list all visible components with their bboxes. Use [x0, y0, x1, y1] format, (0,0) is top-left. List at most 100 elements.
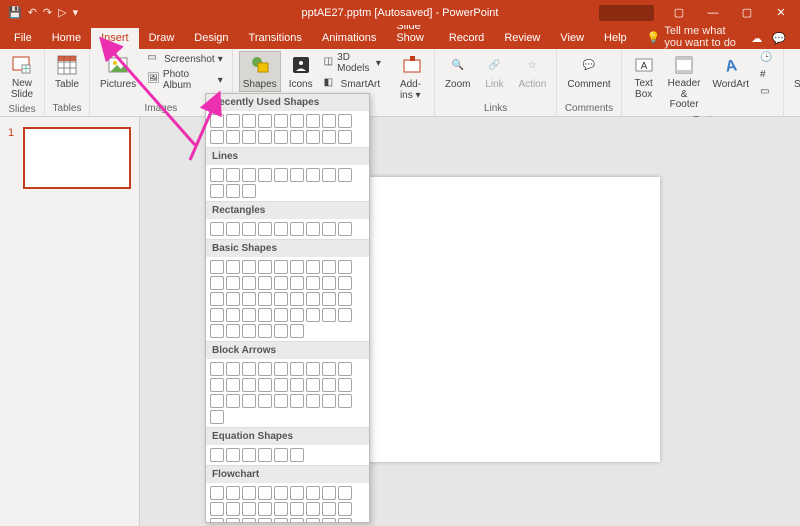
shape-option[interactable] — [242, 518, 256, 523]
3d-models-button[interactable]: ◫3D Models ▾ — [321, 51, 384, 75]
shape-option[interactable] — [226, 168, 240, 182]
shape-option[interactable] — [226, 260, 240, 274]
shape-option[interactable] — [306, 222, 320, 236]
shape-option[interactable] — [274, 292, 288, 306]
photo-album-button[interactable]: 🖼Photo Album ▾ — [144, 68, 226, 92]
shape-option[interactable] — [242, 394, 256, 408]
shape-option[interactable] — [210, 292, 224, 306]
icons-button[interactable]: Icons — [285, 51, 317, 92]
shape-option[interactable] — [338, 518, 352, 523]
shape-option[interactable] — [242, 114, 256, 128]
shape-option[interactable] — [306, 486, 320, 500]
shape-option[interactable] — [290, 362, 304, 376]
shape-option[interactable] — [258, 308, 272, 322]
shape-option[interactable] — [210, 486, 224, 500]
shape-option[interactable] — [258, 486, 272, 500]
shape-option[interactable] — [258, 222, 272, 236]
shape-option[interactable] — [274, 362, 288, 376]
shape-option[interactable] — [306, 308, 320, 322]
shape-option[interactable] — [322, 518, 336, 523]
shape-option[interactable] — [210, 130, 224, 144]
shape-option[interactable] — [210, 394, 224, 408]
pictures-button[interactable]: Pictures — [96, 51, 140, 92]
shape-option[interactable] — [322, 308, 336, 322]
shape-option[interactable] — [322, 260, 336, 274]
shape-option[interactable] — [210, 324, 224, 338]
shape-option[interactable] — [290, 260, 304, 274]
shape-option[interactable] — [226, 114, 240, 128]
shape-option[interactable] — [242, 260, 256, 274]
date-time-button[interactable]: 🕒 — [757, 51, 777, 67]
text-box-button[interactable]: AText Box — [628, 51, 660, 102]
shape-option[interactable] — [306, 292, 320, 306]
shape-option[interactable] — [274, 378, 288, 392]
shape-option[interactable] — [290, 276, 304, 290]
shape-option[interactable] — [226, 130, 240, 144]
tab-transitions[interactable]: Transitions — [239, 28, 312, 49]
shape-option[interactable] — [306, 394, 320, 408]
shape-option[interactable] — [258, 130, 272, 144]
tab-home[interactable]: Home — [42, 28, 91, 49]
redo-icon[interactable]: ↷ — [43, 6, 52, 19]
tab-record[interactable]: Record — [439, 28, 494, 49]
shape-option[interactable] — [258, 448, 272, 462]
shape-option[interactable] — [306, 114, 320, 128]
shape-option[interactable] — [338, 114, 352, 128]
shape-option[interactable] — [242, 276, 256, 290]
shape-option[interactable] — [226, 502, 240, 516]
shape-option[interactable] — [274, 448, 288, 462]
action-button[interactable]: ☆Action — [515, 51, 551, 92]
comment-button[interactable]: 💬Comment — [563, 51, 614, 92]
shape-option[interactable] — [274, 518, 288, 523]
shape-option[interactable] — [306, 260, 320, 274]
tab-insert[interactable]: Insert — [91, 28, 139, 49]
screenshot-button[interactable]: ▭Screenshot ▾ — [144, 51, 226, 67]
shape-option[interactable] — [226, 486, 240, 500]
shape-option[interactable] — [210, 448, 224, 462]
shape-option[interactable] — [226, 394, 240, 408]
zoom-button[interactable]: 🔍Zoom — [441, 51, 475, 92]
shape-option[interactable] — [338, 168, 352, 182]
ribbon-options-icon[interactable]: ▢ — [664, 0, 694, 25]
shape-option[interactable] — [226, 292, 240, 306]
shape-option[interactable] — [210, 276, 224, 290]
comments-toggle-icon[interactable]: 💬 — [772, 32, 786, 45]
table-button[interactable]: Table — [51, 51, 83, 92]
tab-review[interactable]: Review — [494, 28, 550, 49]
shape-option[interactable] — [226, 362, 240, 376]
shape-option[interactable] — [226, 276, 240, 290]
shape-option[interactable] — [210, 184, 224, 198]
shape-option[interactable] — [322, 130, 336, 144]
shape-option[interactable] — [338, 378, 352, 392]
shape-option[interactable] — [258, 362, 272, 376]
shape-option[interactable] — [242, 378, 256, 392]
minimize-button[interactable]: — — [698, 0, 728, 25]
shape-option[interactable] — [274, 168, 288, 182]
shape-option[interactable] — [210, 362, 224, 376]
shape-option[interactable] — [338, 394, 352, 408]
shape-option[interactable] — [242, 362, 256, 376]
maximize-button[interactable]: ▢ — [732, 0, 762, 25]
shape-option[interactable] — [306, 518, 320, 523]
shape-option[interactable] — [226, 518, 240, 523]
shape-option[interactable] — [274, 260, 288, 274]
shape-option[interactable] — [274, 486, 288, 500]
shape-option[interactable] — [290, 222, 304, 236]
shape-option[interactable] — [210, 222, 224, 236]
shape-option[interactable] — [210, 502, 224, 516]
user-account[interactable] — [599, 5, 654, 21]
shape-option[interactable] — [210, 260, 224, 274]
shape-option[interactable] — [306, 276, 320, 290]
shape-option[interactable] — [322, 502, 336, 516]
shape-option[interactable] — [338, 308, 352, 322]
tab-animations[interactable]: Animations — [312, 28, 386, 49]
save-icon[interactable]: 💾 — [8, 6, 22, 19]
shape-option[interactable] — [274, 394, 288, 408]
shape-option[interactable] — [242, 308, 256, 322]
shape-option[interactable] — [242, 130, 256, 144]
shape-option[interactable] — [226, 324, 240, 338]
shape-option[interactable] — [242, 222, 256, 236]
shape-option[interactable] — [226, 308, 240, 322]
shape-option[interactable] — [306, 502, 320, 516]
shape-option[interactable] — [226, 448, 240, 462]
